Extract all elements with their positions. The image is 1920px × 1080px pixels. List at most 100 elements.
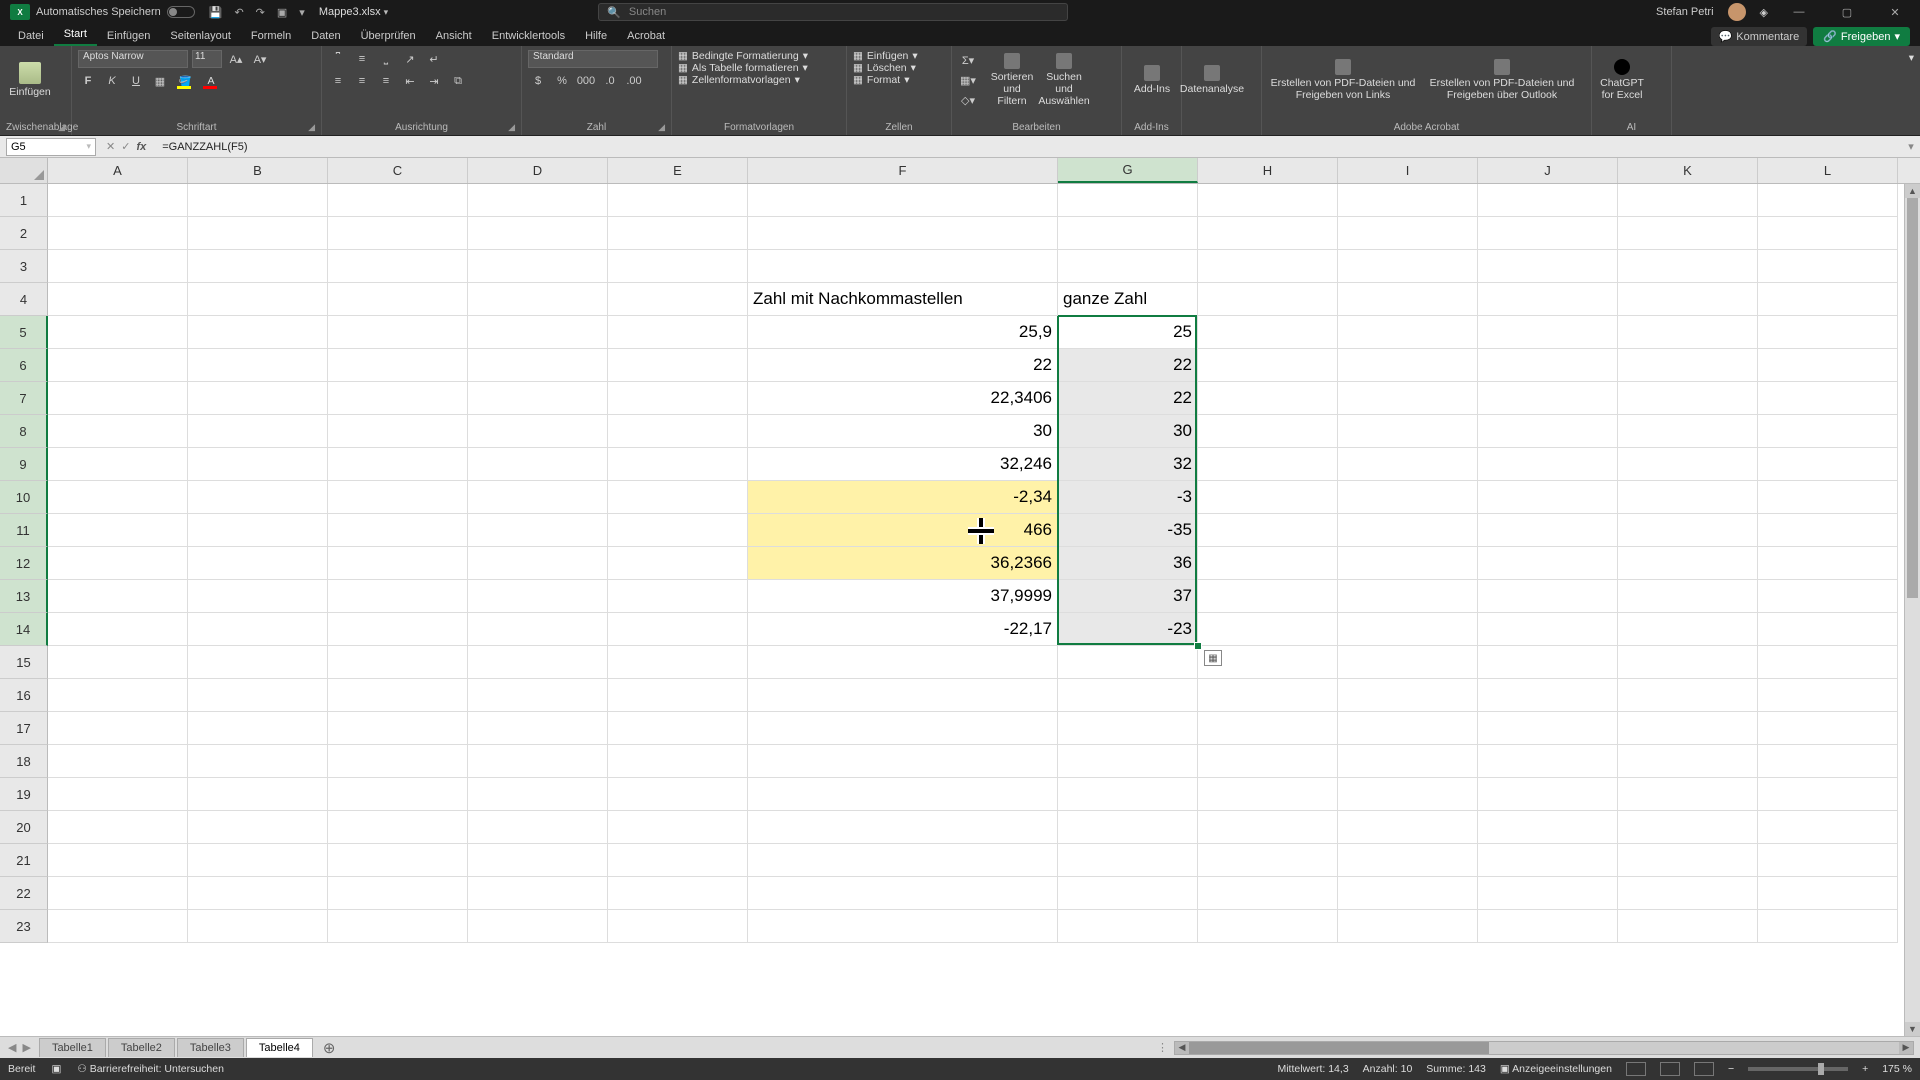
user-name[interactable]: Stefan Petri — [1656, 6, 1713, 18]
column-header[interactable]: G — [1058, 158, 1198, 183]
cell[interactable] — [1198, 910, 1338, 943]
addins-button[interactable]: Add-Ins — [1128, 50, 1176, 110]
row-header[interactable]: 22 — [0, 877, 48, 910]
cell[interactable] — [1058, 712, 1198, 745]
cell[interactable] — [1618, 712, 1758, 745]
cell[interactable] — [748, 679, 1058, 712]
pdf-create-button[interactable]: Erstellen von PDF-Dateien und Freigeben … — [1268, 50, 1418, 110]
cell[interactable] — [748, 811, 1058, 844]
row-header[interactable]: 3 — [0, 250, 48, 283]
tab-acrobat[interactable]: Acrobat — [617, 26, 675, 46]
cell[interactable] — [1198, 547, 1338, 580]
cell[interactable] — [328, 184, 468, 217]
cell[interactable] — [1618, 481, 1758, 514]
cell[interactable]: 25 — [1058, 316, 1198, 349]
cell[interactable] — [188, 448, 328, 481]
cell[interactable]: -23 — [1058, 613, 1198, 646]
column-header[interactable]: B — [188, 158, 328, 183]
cell[interactable] — [188, 250, 328, 283]
cell[interactable] — [1338, 316, 1478, 349]
border-button[interactable]: ▦ — [150, 72, 170, 90]
cell[interactable] — [1758, 184, 1898, 217]
cell[interactable] — [608, 877, 748, 910]
cell[interactable] — [468, 316, 608, 349]
cell[interactable]: -2,34 — [748, 481, 1058, 514]
cell[interactable] — [1618, 349, 1758, 382]
cell[interactable] — [1198, 250, 1338, 283]
diamond-icon[interactable]: ◈ — [1760, 6, 1768, 19]
cell[interactable] — [48, 712, 188, 745]
cell[interactable] — [468, 580, 608, 613]
cell[interactable] — [468, 745, 608, 778]
maximize-button[interactable]: ▢ — [1830, 6, 1864, 19]
cell[interactable] — [1618, 811, 1758, 844]
row-header[interactable]: 19 — [0, 778, 48, 811]
cell[interactable] — [188, 646, 328, 679]
cell[interactable] — [608, 679, 748, 712]
cell[interactable] — [328, 745, 468, 778]
fill-color-button[interactable]: 🪣 — [174, 72, 196, 90]
cell[interactable] — [468, 448, 608, 481]
paste-button[interactable]: Einfügen — [6, 50, 54, 110]
avatar[interactable] — [1728, 3, 1746, 21]
cell[interactable] — [1338, 283, 1478, 316]
format-as-table-button[interactable]: ▦ Als Tabelle formatieren ▾ — [678, 62, 840, 74]
cell[interactable] — [1478, 679, 1618, 712]
merge-center-icon[interactable]: ⧉ — [448, 72, 468, 90]
cell[interactable] — [748, 250, 1058, 283]
cell[interactable] — [468, 349, 608, 382]
tab-formulas[interactable]: Formeln — [241, 26, 301, 46]
cell[interactable] — [1758, 910, 1898, 943]
cell[interactable] — [1758, 514, 1898, 547]
cell[interactable] — [748, 646, 1058, 679]
cell[interactable] — [748, 844, 1058, 877]
tab-data[interactable]: Daten — [301, 26, 350, 46]
cell[interactable] — [1478, 184, 1618, 217]
cell[interactable] — [1338, 580, 1478, 613]
tab-pagelayout[interactable]: Seitenlayout — [160, 26, 241, 46]
cell[interactable]: 32 — [1058, 448, 1198, 481]
cell[interactable] — [608, 646, 748, 679]
column-header[interactable]: K — [1618, 158, 1758, 183]
tab-review[interactable]: Überprüfen — [351, 26, 426, 46]
cell[interactable] — [1198, 382, 1338, 415]
autosave-toggle[interactable]: Automatisches Speichern — [36, 6, 195, 18]
cell[interactable] — [48, 217, 188, 250]
tab-file[interactable]: Datei — [8, 26, 54, 46]
cell[interactable] — [328, 415, 468, 448]
cell[interactable] — [1198, 613, 1338, 646]
enter-formula-icon[interactable]: ✓ — [121, 140, 130, 153]
cell[interactable] — [188, 745, 328, 778]
cell[interactable] — [188, 514, 328, 547]
autosum-icon[interactable]: Σ▾ — [958, 51, 978, 69]
tab-home[interactable]: Start — [54, 24, 97, 46]
row-header[interactable]: 14 — [0, 613, 48, 646]
cell[interactable] — [48, 580, 188, 613]
cell[interactable]: 36 — [1058, 547, 1198, 580]
cell[interactable] — [1478, 349, 1618, 382]
zoom-level[interactable]: 175 % — [1882, 1063, 1912, 1075]
cell[interactable] — [1338, 712, 1478, 745]
cell[interactable] — [748, 712, 1058, 745]
cell[interactable] — [328, 679, 468, 712]
cell[interactable] — [468, 613, 608, 646]
cell[interactable] — [1618, 547, 1758, 580]
row-header[interactable]: 9 — [0, 448, 48, 481]
cell[interactable]: 36,2366 — [748, 547, 1058, 580]
cell[interactable] — [48, 910, 188, 943]
cell[interactable] — [48, 646, 188, 679]
cell[interactable] — [468, 712, 608, 745]
cell[interactable] — [1758, 679, 1898, 712]
cell[interactable]: -35 — [1058, 514, 1198, 547]
cell[interactable] — [1478, 217, 1618, 250]
row-header[interactable]: 15 — [0, 646, 48, 679]
cell[interactable] — [188, 547, 328, 580]
align-middle-icon[interactable]: ≡ — [352, 50, 372, 68]
cell[interactable] — [48, 778, 188, 811]
decrease-decimal-icon[interactable]: .00 — [624, 72, 644, 90]
cell[interactable]: 22 — [1058, 382, 1198, 415]
cell[interactable] — [748, 217, 1058, 250]
column-header[interactable]: J — [1478, 158, 1618, 183]
close-button[interactable]: ✕ — [1878, 6, 1912, 19]
cell[interactable] — [48, 745, 188, 778]
